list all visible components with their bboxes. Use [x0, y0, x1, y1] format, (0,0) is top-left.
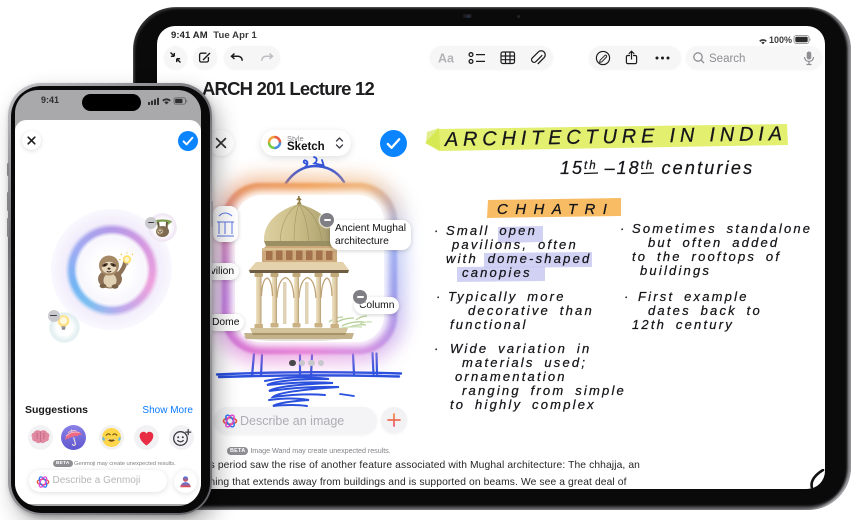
svg-text:functional: functional [450, 317, 528, 332]
svg-text:dates back to: dates back to [648, 303, 762, 318]
svg-text:Wide variation in: Wide variation in [450, 341, 591, 356]
svg-text:with dome-shaped: with dome-shaped [446, 251, 591, 266]
svg-text:12th century: 12th century [632, 317, 734, 332]
svg-text:pavilions, often: pavilions, often [451, 237, 578, 252]
svg-text:·: · [624, 289, 631, 304]
svg-text:Small open: Small open [446, 223, 537, 238]
svg-text:to the rooftops of: to the rooftops of [632, 249, 781, 264]
svg-text:ARCHITECTURE IN INDIA: ARCHITECTURE IN INDIA [444, 123, 787, 151]
svg-text:canopies: canopies [462, 265, 532, 280]
svg-text:to highly complex: to highly complex [450, 397, 596, 412]
svg-text:Typically more: Typically more [448, 289, 566, 304]
svg-text:but often added: but often added [648, 235, 779, 250]
svg-text:·: · [620, 221, 627, 236]
svg-text:·: · [434, 341, 441, 356]
svg-text:First example: First example [638, 289, 749, 304]
svg-text:Sometimes standalone: Sometimes standalone [632, 221, 812, 236]
svg-text:ornamentation: ornamentation [455, 369, 567, 384]
svg-text:CHHATRI: CHHATRI [497, 201, 614, 218]
svg-text:·: · [436, 289, 443, 304]
svg-text:15th –18th centuries: 15th –18th centuries [560, 158, 754, 178]
svg-text:buildings: buildings [640, 263, 711, 278]
svg-text:ranging from simple: ranging from simple [462, 383, 626, 398]
svg-text:decorative than: decorative than [468, 303, 594, 318]
svg-text:·: · [434, 223, 441, 238]
svg-text:materials used;: materials used; [462, 355, 587, 370]
